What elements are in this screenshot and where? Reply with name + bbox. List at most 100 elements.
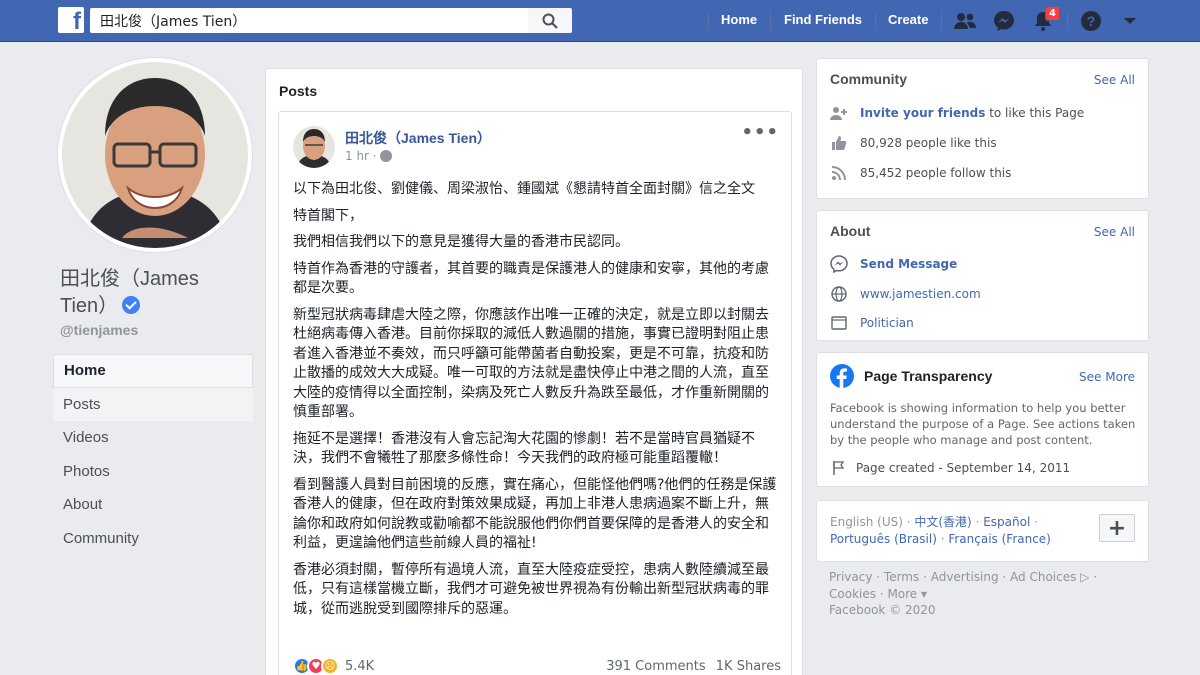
page-nav-photos[interactable]: Photos	[53, 455, 253, 489]
page-nav-posts[interactable]: Posts	[53, 387, 253, 421]
page-nav-videos[interactable]: Videos	[53, 421, 253, 455]
reactions-summary[interactable]: 👍 ♥ ☹ 5.4K	[293, 657, 374, 675]
likes-count: 80,928 people like this	[860, 136, 997, 150]
language-link[interactable]: Português (Brasil)	[830, 532, 937, 546]
divider	[770, 12, 771, 30]
page-navigation: Home Posts Videos Photos About Community	[53, 354, 253, 555]
post-paragraph: 我們相信我們以下的意見是獲得大量的香港市民認同。	[293, 234, 629, 250]
terms-link[interactable]: Terms	[884, 570, 919, 584]
shares-link[interactable]: 1K Shares	[716, 659, 781, 674]
post-paragraph: 香港必須封關，暫停所有過境人流，直至大陸疫症受控，患病人數陸續減至最低，只有這樣…	[293, 561, 769, 617]
language-list: English (US) · 中文(香港) · Español · Portug…	[830, 515, 1051, 546]
post-paragraph: 特首作為香港的守護者，其首要的職責是保護港人的健康和安寧，其他的考慮都是次要。	[293, 260, 769, 297]
page-title-line2: Tien）	[60, 295, 119, 317]
sad-reaction-icon: ☹	[321, 657, 339, 675]
globe-icon	[379, 150, 392, 162]
nav-create-link[interactable]: Create	[888, 12, 928, 27]
divider	[708, 12, 709, 30]
account-menu-icon[interactable]	[1118, 9, 1142, 33]
community-card: Community See All Invite your friends to…	[816, 58, 1149, 199]
avatar	[62, 62, 248, 248]
svg-text:?: ?	[1087, 13, 1096, 29]
invite-friends-icon	[830, 104, 848, 122]
transparency-see-more-link[interactable]: See More	[1079, 370, 1135, 384]
search-icon	[542, 13, 558, 29]
post-author-avatar[interactable]	[293, 126, 335, 168]
post-author-name[interactable]: 田北俊（James Tien）	[345, 128, 491, 148]
page-nav-community[interactable]: Community	[53, 522, 253, 556]
search-input[interactable]: 田北俊（James Tien）	[90, 8, 528, 33]
language-selector-card: English (US) · 中文(香港) · Español · Portug…	[816, 500, 1149, 562]
category-tag-icon	[830, 314, 848, 332]
page-title: 田北俊（James Tien）	[60, 266, 250, 320]
about-see-all-link[interactable]: See All	[1094, 225, 1135, 239]
category-link[interactable]: Politician	[860, 316, 914, 330]
post-card: 田北俊（James Tien） 1 hr · ••• 以下為田北俊、劉健儀、周梁…	[278, 111, 792, 675]
more-icon: ▾	[917, 586, 928, 601]
invite-friends-link[interactable]: Invite your friends	[860, 106, 985, 120]
facebook-logo-icon[interactable]: f	[58, 7, 84, 35]
invite-friends-text: to like this Page	[985, 106, 1085, 120]
about-title: About	[830, 223, 871, 239]
language-link[interactable]: Français (France)	[948, 532, 1051, 546]
page-handle: @tienjames	[60, 322, 139, 338]
thumbs-up-icon	[830, 134, 848, 152]
advertising-link[interactable]: Advertising	[931, 570, 999, 584]
comments-link[interactable]: 391 Comments	[606, 659, 705, 674]
top-navigation-bar: f 田北俊（James Tien） Home Find Friends Crea…	[0, 0, 1200, 42]
post-paragraph: 特首閣下，	[293, 207, 363, 224]
divider	[941, 12, 942, 30]
page-created-row: Page created - September 14, 2011	[830, 459, 1070, 477]
legal-footer: Privacy · Terms · Advertising · Ad Choic…	[829, 569, 1139, 619]
rss-follow-icon	[830, 164, 848, 182]
page-transparency-card: Page Transparency See More Facebook is s…	[816, 352, 1149, 487]
page-nav-about[interactable]: About	[53, 488, 253, 522]
more-link[interactable]: More	[887, 587, 917, 601]
divider	[875, 12, 876, 30]
page-nav-home[interactable]: Home	[53, 354, 253, 388]
post-paragraph: 新型冠狀病毒肆虐大陸之際，你應該作出唯一正確的決定，就是立即以封關去杜絕病毒傳入…	[293, 306, 769, 421]
reaction-count: 5.4K	[345, 658, 375, 674]
post-timestamp[interactable]: 1 hr ·	[345, 149, 392, 163]
invite-row: Invite your friends to like this Page	[830, 104, 1084, 122]
nav-find-friends-link[interactable]: Find Friends	[784, 12, 862, 27]
language-link[interactable]: 中文(香港)	[914, 515, 971, 529]
privacy-link[interactable]: Privacy	[829, 570, 872, 584]
posts-section: Posts 田北俊（James Tien） 1 hr · ••• 以下為田北俊、…	[265, 68, 803, 675]
search-button[interactable]	[528, 8, 572, 33]
post-text: 以下為田北俊、劉健儀、周梁淑怡、鍾國斌《懇請特首全面封關》信之全文 特首閣下， …	[293, 180, 781, 626]
website-row: www.jamestien.com	[830, 285, 981, 303]
ad-choices-icon: ▷	[1076, 570, 1090, 584]
posts-heading: Posts	[279, 83, 318, 99]
language-link[interactable]: Español	[983, 515, 1030, 529]
send-message-link[interactable]: Send Message	[860, 257, 957, 271]
notification-badge: 4	[1045, 6, 1060, 21]
post-time-text: 1 hr ·	[345, 149, 377, 163]
friends-icon[interactable]	[953, 9, 977, 33]
profile-picture[interactable]	[58, 58, 252, 252]
globe-icon	[830, 285, 848, 303]
send-message-row: Send Message	[830, 255, 957, 273]
website-link[interactable]: www.jamestien.com	[860, 287, 981, 301]
add-language-button[interactable]: +	[1099, 514, 1135, 542]
help-icon[interactable]: ?	[1079, 9, 1103, 33]
post-footer: 👍 ♥ ☹ 5.4K 391 Comments 1K Shares	[293, 657, 781, 675]
post-paragraph: 拖延不是選擇！香港沒有人會忘記淘大花園的慘劇！若不是當時官員猶疑不決，我們不會犧…	[293, 430, 755, 467]
verified-badge-icon	[122, 296, 141, 314]
ad-choices-link[interactable]: Ad Choices	[1010, 570, 1076, 584]
current-language: English (US)	[830, 515, 903, 529]
community-title: Community	[830, 71, 907, 87]
community-see-all-link[interactable]: See All	[1094, 73, 1135, 87]
page-transparency-title: Page Transparency	[864, 368, 993, 384]
post-options-icon[interactable]: •••	[741, 122, 779, 143]
copyright: Facebook © 2020	[829, 603, 936, 617]
messenger-icon	[830, 255, 848, 273]
divider	[1067, 12, 1068, 30]
about-card: About See All Send Message www.jamestien…	[816, 210, 1149, 341]
flag-icon	[830, 459, 848, 477]
messenger-icon[interactable]	[992, 9, 1016, 33]
cookies-link[interactable]: Cookies	[829, 587, 876, 601]
nav-home-link[interactable]: Home	[721, 12, 757, 27]
follows-count: 85,452 people follow this	[860, 166, 1012, 180]
category-row: Politician	[830, 314, 914, 332]
